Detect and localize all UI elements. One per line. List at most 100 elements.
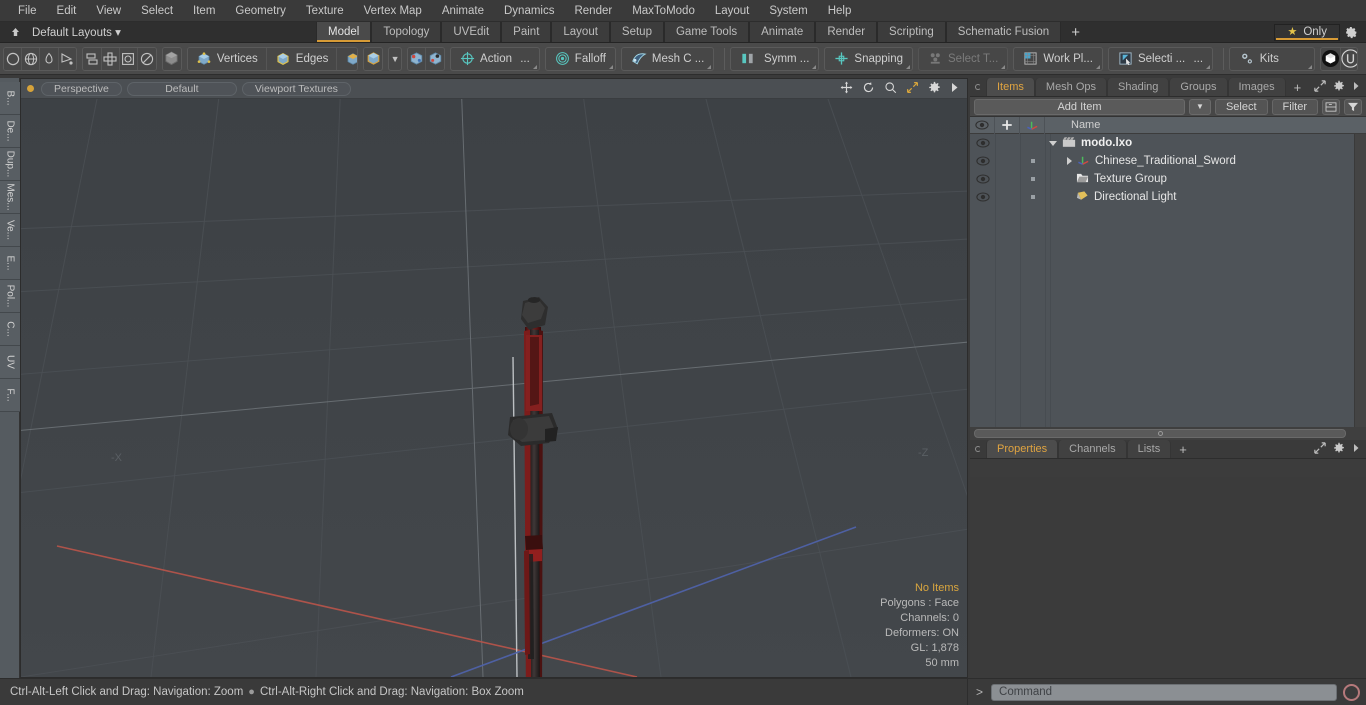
properties-arrow-right-icon[interactable]	[1352, 443, 1360, 456]
command-input[interactable]: Command	[991, 683, 1337, 701]
scrollbar-thumb[interactable]	[974, 429, 1346, 438]
menu-item-animate[interactable]: Animate	[432, 0, 494, 22]
element-snap-icon[interactable]	[407, 47, 427, 70]
panel-tab-images[interactable]: Images	[1227, 78, 1286, 96]
layout-gear-icon[interactable]	[1340, 26, 1362, 39]
viewport-menu-dot-icon[interactable]	[27, 85, 34, 92]
directional-light-row[interactable]: Directional Light	[1045, 190, 1176, 205]
menu-item-vertex-map[interactable]: Vertex Map	[354, 0, 432, 22]
menu-item-dynamics[interactable]: Dynamics	[494, 0, 564, 22]
viewport-shading-selector[interactable]: Default	[126, 81, 237, 96]
left-tab-edge[interactable]: E...	[0, 247, 20, 280]
radial-icon[interactable]	[137, 47, 156, 70]
mesh-item-row[interactable]: Chinese_Traditional_Sword	[1045, 154, 1236, 169]
mirror-icon[interactable]	[83, 47, 102, 70]
menu-item-file[interactable]: File	[8, 0, 47, 22]
selection-mode-edges[interactable]: Edges	[266, 47, 338, 70]
viewport-gear-icon[interactable]	[928, 81, 941, 97]
selection-sets-button[interactable]: Selecti ... ...	[1107, 46, 1214, 71]
panel-arrow-right-icon[interactable]	[1352, 81, 1360, 94]
menu-item-render[interactable]: Render	[564, 0, 622, 22]
menu-item-texture[interactable]: Texture	[296, 0, 354, 22]
left-tab-deform[interactable]: De...	[0, 115, 20, 148]
add-item-dropdown[interactable]: ▼	[1188, 98, 1211, 115]
properties-menu-icon[interactable]	[970, 440, 986, 458]
table-row[interactable]: Chinese_Traditional_Sword	[970, 152, 1366, 170]
scene-row[interactable]: modo.lxo	[1045, 136, 1132, 151]
expand-properties-icon[interactable]	[1314, 441, 1326, 457]
layout-tab-setup[interactable]: Setup	[609, 22, 664, 42]
panel-tab-mesh-ops[interactable]: Mesh Ops	[1034, 78, 1108, 96]
menu-item-system[interactable]: System	[759, 0, 817, 22]
component-mode-dropdown[interactable]: ▼	[388, 46, 402, 71]
array-icon[interactable]	[101, 47, 120, 70]
list-options-icon[interactable]	[1322, 98, 1340, 115]
panel-menu-icon[interactable]	[970, 78, 986, 96]
left-tab-mesh-edit[interactable]: Mes...	[0, 181, 20, 214]
expand-panel-icon[interactable]	[1314, 79, 1326, 95]
left-tab-fusion[interactable]: F...	[0, 379, 20, 412]
layout-tab-schematic-fusion[interactable]: Schematic Fusion	[945, 22, 1062, 42]
items-horizontal-scrollbar[interactable]	[970, 427, 1366, 440]
viewport-textures-selector[interactable]: Viewport Textures	[241, 81, 351, 96]
menu-item-help[interactable]: Help	[818, 0, 862, 22]
left-tab-basic[interactable]: B...	[0, 82, 20, 115]
viewport-view-selector[interactable]: Perspective	[41, 81, 122, 96]
zoom-icon[interactable]	[884, 81, 897, 97]
home-icon[interactable]	[6, 23, 24, 41]
center-icon[interactable]	[119, 47, 138, 70]
viewport-3d-canvas[interactable]: -X -Z	[21, 99, 967, 677]
perspective-viewport[interactable]: Perspective Default Viewport Textures -X…	[20, 78, 968, 678]
items-tree-body[interactable]: modo.lxo Chinese_Traditional_Sword Textu…	[970, 134, 1366, 427]
menu-item-edit[interactable]: Edit	[47, 0, 87, 22]
transform-column-icon[interactable]	[1020, 116, 1045, 134]
texture-group-row[interactable]: Texture Group	[1045, 172, 1167, 187]
mesh-constraint-button[interactable]: Mesh C ...	[620, 46, 715, 71]
falloff-button[interactable]: Falloff	[544, 46, 616, 71]
left-tab-polygon[interactable]: Pol...	[0, 280, 20, 313]
panel-tab-shading[interactable]: Shading	[1107, 78, 1170, 96]
modo-bridge-icon[interactable]	[1320, 47, 1341, 70]
layout-tab-model[interactable]: Model	[316, 22, 372, 42]
panel-tab-groups[interactable]: Groups	[1169, 78, 1228, 96]
menu-item-geometry[interactable]: Geometry	[225, 0, 296, 22]
work-plane-button[interactable]: Work Pl...	[1013, 46, 1103, 71]
menu-item-layout[interactable]: Layout	[705, 0, 760, 22]
left-tab-uv[interactable]: UV	[0, 346, 20, 379]
properties-gear-icon[interactable]	[1333, 442, 1345, 457]
layout-tab-game-tools[interactable]: Game Tools	[663, 22, 750, 42]
panel-tab-properties[interactable]: Properties	[986, 440, 1059, 458]
kits-button[interactable]: Kits	[1228, 46, 1315, 71]
snapping-button[interactable]: Snapping	[824, 46, 914, 71]
menu-item-maxtomodo[interactable]: MaxToModo	[622, 0, 705, 22]
menu-item-item[interactable]: Item	[183, 0, 225, 22]
layout-tab-uvedit[interactable]: UVEdit	[441, 22, 502, 42]
panel-tab-lists[interactable]: Lists	[1126, 440, 1172, 458]
add-item-button[interactable]: Add Item	[974, 98, 1185, 115]
left-tab-vertex[interactable]: Ve...	[0, 214, 20, 247]
select-button[interactable]: Select	[1214, 98, 1268, 115]
fit-icon[interactable]	[906, 81, 919, 97]
lock-column-icon[interactable]	[995, 116, 1020, 134]
filter-button[interactable]: Filter	[1271, 98, 1318, 115]
row-visibility-icon[interactable]	[970, 174, 995, 184]
rotate-icon[interactable]	[862, 81, 875, 97]
pan-icon[interactable]	[840, 81, 853, 97]
arrow-right-icon[interactable]	[950, 82, 959, 96]
layout-tab-paint[interactable]: Paint	[501, 22, 552, 42]
row-visibility-icon[interactable]	[970, 156, 995, 166]
add-panel-tab-button[interactable]: +	[1286, 78, 1310, 96]
row-visibility-icon[interactable]	[970, 138, 995, 148]
layout-tab-animate[interactable]: Animate	[749, 22, 816, 42]
material-mode-icon[interactable]	[364, 47, 383, 70]
menu-item-select[interactable]: Select	[131, 0, 183, 22]
circle-icon[interactable]	[4, 47, 23, 70]
curve-icon[interactable]	[58, 47, 77, 70]
panel-gear-icon[interactable]	[1333, 80, 1345, 95]
add-layout-tab-button[interactable]: +	[1061, 22, 1090, 42]
geometry-snap-icon[interactable]	[426, 47, 445, 70]
add-properties-tab-button[interactable]: +	[1171, 440, 1195, 458]
command-record-icon[interactable]	[1343, 683, 1360, 701]
chevron-down-icon[interactable]	[1049, 140, 1057, 146]
table-row[interactable]: modo.lxo	[970, 134, 1366, 152]
